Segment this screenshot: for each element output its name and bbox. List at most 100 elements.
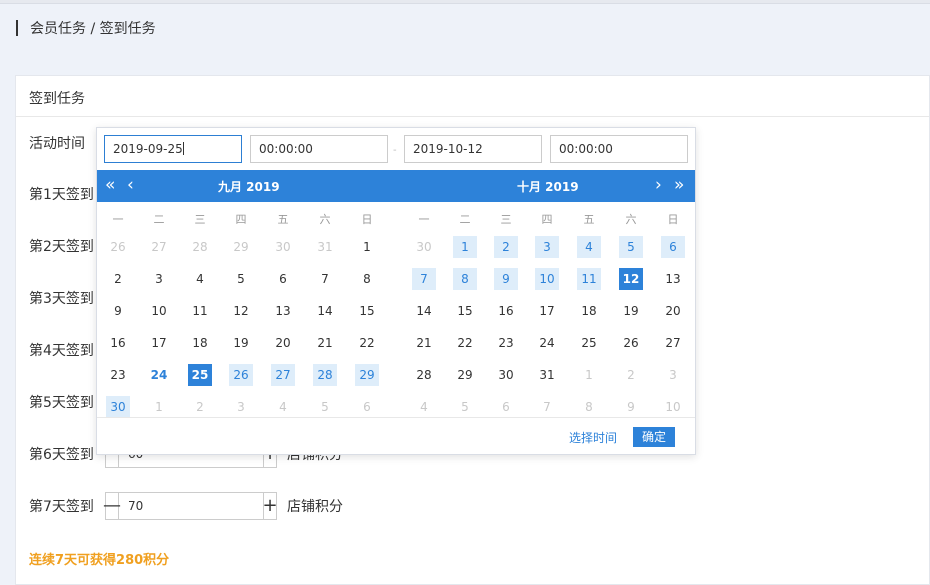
calendar-day[interactable]: 20 bbox=[661, 300, 685, 322]
calendar-day[interactable]: 11 bbox=[188, 300, 212, 322]
calendar-day[interactable]: 6 bbox=[661, 236, 685, 258]
calendar-day[interactable]: 15 bbox=[453, 300, 477, 322]
calendar-day[interactable]: 29 bbox=[229, 236, 253, 258]
calendar-day[interactable]: 9 bbox=[619, 396, 643, 418]
calendar-day[interactable]: 21 bbox=[412, 332, 436, 354]
calendar-day[interactable]: 5 bbox=[313, 396, 337, 418]
calendar-day[interactable]: 26 bbox=[229, 364, 253, 386]
calendar-day[interactable]: 27 bbox=[271, 364, 295, 386]
calendar-day[interactable]: 2 bbox=[106, 268, 130, 290]
calendar-day[interactable]: 9 bbox=[106, 300, 130, 322]
calendar-day[interactable]: 4 bbox=[412, 396, 436, 418]
calendar-day[interactable]: 3 bbox=[229, 396, 253, 418]
calendar-day[interactable]: 12 bbox=[619, 268, 643, 290]
calendar-day[interactable]: 1 bbox=[355, 236, 379, 258]
calendar-day[interactable]: 27 bbox=[147, 236, 171, 258]
calendar-day[interactable]: 28 bbox=[188, 236, 212, 258]
calendar-day[interactable]: 16 bbox=[106, 332, 130, 354]
day7-minus-button[interactable]: — bbox=[103, 492, 121, 520]
calendar-day[interactable]: 22 bbox=[355, 332, 379, 354]
calendar-day[interactable]: 25 bbox=[188, 364, 212, 386]
calendar-day[interactable]: 1 bbox=[577, 364, 601, 386]
end-date-input[interactable]: 2019-10-12 bbox=[404, 135, 542, 163]
calendar-day[interactable]: 2 bbox=[494, 236, 518, 258]
start-date-input[interactable]: 2019-09-25 bbox=[104, 135, 242, 163]
calendar-day[interactable]: 31 bbox=[313, 236, 337, 258]
choose-time-link[interactable]: 选择时间 bbox=[569, 429, 617, 446]
calendar-day[interactable]: 3 bbox=[147, 268, 171, 290]
calendar-day[interactable]: 4 bbox=[188, 268, 212, 290]
calendar-day[interactable]: 10 bbox=[535, 268, 559, 290]
calendar-day[interactable]: 21 bbox=[313, 332, 337, 354]
start-time-input[interactable]: 00:00:00 bbox=[250, 135, 388, 163]
calendar-day[interactable]: 17 bbox=[147, 332, 171, 354]
calendar-day[interactable]: 9 bbox=[494, 268, 518, 290]
calendar-day[interactable]: 25 bbox=[577, 332, 601, 354]
end-time-input[interactable]: 00:00:00 bbox=[550, 135, 688, 163]
confirm-button[interactable]: 确定 bbox=[633, 427, 675, 447]
calendar-day[interactable]: 3 bbox=[661, 364, 685, 386]
calendar-day[interactable]: 4 bbox=[577, 236, 601, 258]
calendar-day[interactable]: 14 bbox=[412, 300, 436, 322]
prev-month-icon[interactable]: ‹ bbox=[127, 176, 134, 194]
calendar-day[interactable]: 3 bbox=[535, 236, 559, 258]
calendar-day[interactable]: 24 bbox=[147, 364, 171, 386]
calendar-day[interactable]: 7 bbox=[313, 268, 337, 290]
day7-plus-button[interactable]: + bbox=[262, 492, 278, 520]
calendar-day[interactable]: 18 bbox=[188, 332, 212, 354]
calendar-day[interactable]: 2 bbox=[188, 396, 212, 418]
calendar-day[interactable]: 1 bbox=[453, 236, 477, 258]
calendar-day[interactable]: 1 bbox=[147, 396, 171, 418]
calendar-day[interactable]: 10 bbox=[661, 396, 685, 418]
calendar-day[interactable]: 22 bbox=[453, 332, 477, 354]
calendar-day[interactable]: 7 bbox=[412, 268, 436, 290]
calendar-day[interactable]: 26 bbox=[619, 332, 643, 354]
prev-year-icon[interactable]: « bbox=[105, 176, 115, 194]
calendar-day[interactable]: 6 bbox=[271, 268, 295, 290]
calendar-day[interactable]: 24 bbox=[535, 332, 559, 354]
calendar-day[interactable]: 8 bbox=[355, 268, 379, 290]
calendar-day[interactable]: 4 bbox=[271, 396, 295, 418]
calendar-day[interactable]: 13 bbox=[661, 268, 685, 290]
calendar-day[interactable]: 5 bbox=[619, 236, 643, 258]
calendar-day[interactable]: 11 bbox=[577, 268, 601, 290]
calendar-day[interactable]: 13 bbox=[271, 300, 295, 322]
weekday-label: 三 bbox=[194, 213, 206, 226]
calendar-day[interactable]: 18 bbox=[577, 300, 601, 322]
calendar-day[interactable]: 16 bbox=[494, 300, 518, 322]
calendar-day[interactable]: 7 bbox=[535, 396, 559, 418]
calendar-day[interactable]: 30 bbox=[106, 396, 130, 418]
calendar-day[interactable]: 30 bbox=[412, 236, 436, 258]
calendar-day[interactable]: 10 bbox=[147, 300, 171, 322]
next-year-icon[interactable]: » bbox=[674, 176, 684, 194]
calendar-day[interactable]: 19 bbox=[229, 332, 253, 354]
calendar-day[interactable]: 5 bbox=[453, 396, 477, 418]
calendar-day[interactable]: 27 bbox=[661, 332, 685, 354]
calendar-day[interactable]: 19 bbox=[619, 300, 643, 322]
calendar-day[interactable]: 2 bbox=[619, 364, 643, 386]
calendar-day[interactable]: 31 bbox=[535, 364, 559, 386]
calendar-day[interactable]: 30 bbox=[271, 236, 295, 258]
calendar-day[interactable]: 23 bbox=[494, 332, 518, 354]
calendar-day[interactable]: 6 bbox=[355, 396, 379, 418]
range-separator: - bbox=[393, 145, 397, 156]
calendar-day[interactable]: 30 bbox=[494, 364, 518, 386]
calendar-day[interactable]: 15 bbox=[355, 300, 379, 322]
calendar-day[interactable]: 17 bbox=[535, 300, 559, 322]
calendar-day[interactable]: 8 bbox=[453, 268, 477, 290]
day7-points-input[interactable]: 70 bbox=[119, 492, 263, 520]
calendar-day[interactable]: 12 bbox=[229, 300, 253, 322]
calendar-day[interactable]: 8 bbox=[577, 396, 601, 418]
calendar-day[interactable]: 29 bbox=[453, 364, 477, 386]
calendar-day[interactable]: 26 bbox=[106, 236, 130, 258]
calendar-day[interactable]: 6 bbox=[494, 396, 518, 418]
calendar-day[interactable]: 14 bbox=[313, 300, 337, 322]
calendar-day[interactable]: 28 bbox=[412, 364, 436, 386]
calendar-day[interactable]: 23 bbox=[106, 364, 130, 386]
calendar-day[interactable]: 5 bbox=[229, 268, 253, 290]
weekday-label: 二 bbox=[459, 213, 471, 226]
next-month-icon[interactable]: › bbox=[655, 176, 662, 194]
calendar-day[interactable]: 20 bbox=[271, 332, 295, 354]
calendar-day[interactable]: 28 bbox=[313, 364, 337, 386]
calendar-day[interactable]: 29 bbox=[355, 364, 379, 386]
